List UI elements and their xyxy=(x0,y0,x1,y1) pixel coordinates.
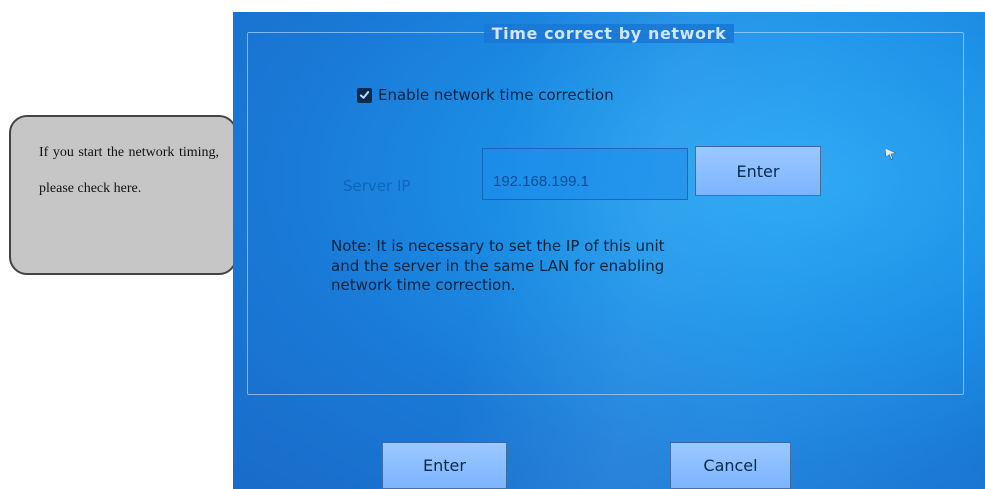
server-ip-input[interactable] xyxy=(482,148,688,200)
dialog-title-text: Time correct by network xyxy=(483,24,735,43)
check-icon xyxy=(359,91,370,99)
dialog-enter-button-label: Enter xyxy=(423,456,466,475)
dialog-title: Time correct by network xyxy=(233,24,985,43)
instruction-callout: If you start the network timing, please … xyxy=(9,115,237,275)
time-correct-dialog: Time correct by network Enable network t… xyxy=(233,12,985,489)
callout-text: If you start the network timing, please … xyxy=(39,145,219,196)
server-ip-enter-button[interactable]: Enter xyxy=(695,146,821,196)
enable-network-time-correction-label[interactable]: Enable network time correction xyxy=(378,86,614,104)
enable-network-time-correction-checkbox[interactable] xyxy=(357,87,372,103)
dialog-enter-button[interactable]: Enter xyxy=(382,442,507,489)
enable-network-time-correction-row[interactable]: Enable network time correction xyxy=(357,86,614,104)
mouse-pointer-icon xyxy=(885,148,896,160)
dialog-cancel-button[interactable]: Cancel xyxy=(670,442,791,489)
dialog-cancel-button-label: Cancel xyxy=(703,456,758,475)
dialog-note: Note: It is necessary to set the IP of t… xyxy=(331,237,665,294)
server-ip-label: Server IP xyxy=(343,177,411,195)
server-ip-enter-button-label: Enter xyxy=(736,161,780,181)
